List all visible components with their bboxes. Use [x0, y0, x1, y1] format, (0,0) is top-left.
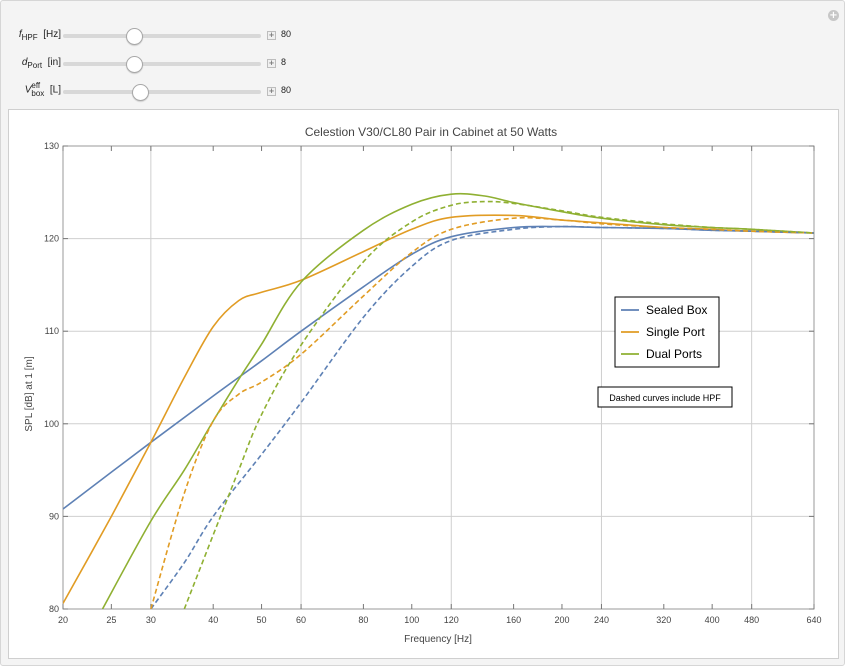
x-axis-label: Frequency [Hz] — [404, 634, 472, 645]
x-tick-label: 400 — [705, 615, 720, 625]
fhpf-label: fHPF [Hz] — [18, 29, 61, 42]
y-axis-label: SPL [dB] at 1 [m] — [24, 356, 35, 431]
legend-label: Sealed Box — [646, 303, 707, 317]
dport-value: 8 — [281, 57, 287, 67]
vbox-expand-icon[interactable]: + — [267, 87, 276, 96]
x-tick-label: 80 — [358, 615, 368, 625]
y-tick-label: 120 — [44, 234, 59, 244]
x-tick-label: 30 — [146, 615, 156, 625]
plot-frame — [62, 145, 815, 610]
fhpf-expand-icon[interactable]: + — [267, 31, 276, 40]
vbox-slider-thumb[interactable] — [132, 84, 149, 101]
single-port-hpf-curve — [150, 216, 814, 609]
sealed-box-curve — [63, 225, 814, 510]
sealed-box-hpf-curve — [150, 225, 814, 609]
dport-slider-thumb[interactable] — [126, 56, 143, 73]
x-tick-label: 200 — [554, 615, 569, 625]
x-tick-label: 480 — [744, 615, 759, 625]
single-port-curve — [63, 214, 814, 604]
spl-chart: Celestion V30/CL80 Pair in Cabinet at 50… — [24, 125, 822, 645]
dport-control: dPort [in] + 8 — [1, 53, 331, 73]
plot-panel: Celestion V30/CL80 Pair in Cabinet at 50… — [8, 109, 839, 659]
x-tick-label: 240 — [594, 615, 609, 625]
x-tick-label: 120 — [444, 615, 459, 625]
vbox-value: 80 — [281, 85, 292, 95]
manipulate-panel: + fHPF [Hz] + 80 dPort [in] + 8 Veff box … — [0, 0, 845, 666]
options-plus-icon[interactable]: + — [828, 10, 839, 21]
y-tick-label: 110 — [45, 326, 59, 336]
x-tick-label: 40 — [208, 615, 218, 625]
x-tick-label: 50 — [257, 615, 267, 625]
fhpf-slider-thumb[interactable] — [126, 28, 143, 45]
legend-label: Dual Ports — [646, 347, 702, 361]
dport-slider[interactable] — [63, 56, 261, 73]
legend: Sealed Box Single Port Dual Ports — [614, 296, 720, 368]
x-tick-label: 640 — [806, 615, 821, 625]
x-tick-label: 100 — [404, 615, 419, 625]
x-tick-label: 60 — [296, 615, 306, 625]
y-tick-label: 80 — [49, 604, 59, 614]
vbox-slider[interactable] — [63, 84, 261, 101]
x-tick-label: 20 — [58, 615, 68, 625]
x-tick-label: 25 — [106, 615, 116, 625]
x-tick-label: 160 — [506, 615, 521, 625]
dport-label: dPort [in] — [21, 57, 61, 70]
legend-label: Single Port — [646, 325, 705, 339]
hpf-note: Dashed curves include HPF — [609, 393, 721, 403]
fhpf-value: 80 — [281, 29, 292, 39]
fhpf-control: fHPF [Hz] + 80 — [1, 25, 331, 45]
y-tick-label: 130 — [44, 141, 59, 151]
x-tick-label: 320 — [656, 615, 671, 625]
vbox-label: Veff box [L] — [24, 81, 61, 98]
chart-title: Celestion V30/CL80 Pair in Cabinet at 50… — [305, 125, 557, 139]
vbox-control: Veff box [L] + 80 — [1, 81, 331, 101]
dport-expand-icon[interactable]: + — [267, 59, 276, 68]
y-tick-label: 100 — [44, 419, 59, 429]
y-tick-label: 90 — [49, 511, 59, 521]
fhpf-slider[interactable] — [63, 28, 261, 45]
